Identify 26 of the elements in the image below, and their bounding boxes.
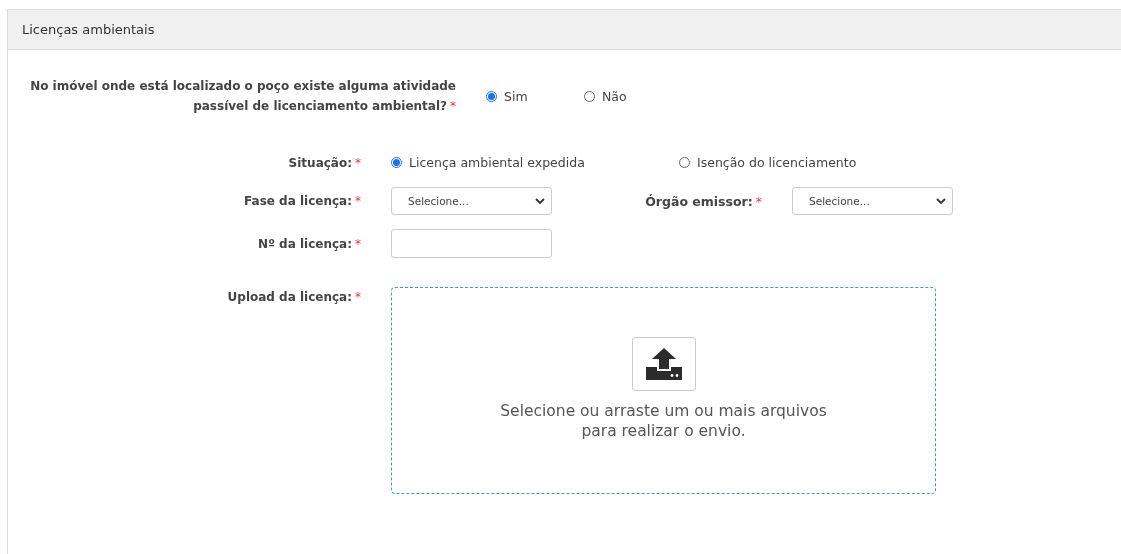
question-label: No imóvel onde está localizado o poço existe alguma atividade passível de licenciamento ambiental? * bbox=[29, 78, 456, 115]
radio-option[interactable]: Isenção do licenciamento bbox=[679, 155, 967, 170]
drop-zone[interactable]: Selecione ou arraste um ou mais arquivos para realizar o envio. bbox=[391, 287, 936, 494]
select-field[interactable]: Selecione... bbox=[391, 187, 552, 215]
radio-option[interactable]: Licença ambiental expedida bbox=[391, 155, 679, 170]
chevron-down-icon bbox=[936, 197, 946, 205]
required-mark: * bbox=[450, 99, 456, 113]
radio-option[interactable]: Sim bbox=[486, 88, 584, 104]
field-label: Upload da licença: * bbox=[226, 289, 361, 304]
field-label: Fase da licença: * bbox=[243, 194, 361, 208]
chevron-down-icon bbox=[535, 197, 545, 205]
required-mark: * bbox=[355, 290, 361, 304]
select-field[interactable]: Selecione... bbox=[792, 187, 953, 215]
field-label: Órgão emissor: * bbox=[644, 193, 763, 209]
radio-option[interactable]: Não bbox=[584, 88, 682, 104]
field-label: Nº da licença: * bbox=[257, 236, 361, 251]
field-label: Situação: * bbox=[287, 155, 361, 170]
input-field[interactable] bbox=[391, 229, 552, 258]
required-mark: * bbox=[355, 194, 361, 208]
upload-icon bbox=[643, 345, 684, 382]
required-mark: * bbox=[355, 236, 361, 251]
panel-title: Licenças ambientais bbox=[22, 22, 155, 37]
required-mark: * bbox=[755, 193, 762, 209]
drop-instructions: Selecione ou arraste um ou mais arquivos para realizar o envio. bbox=[500, 400, 827, 441]
required-mark: * bbox=[355, 155, 361, 170]
upload-button[interactable] bbox=[631, 336, 696, 391]
